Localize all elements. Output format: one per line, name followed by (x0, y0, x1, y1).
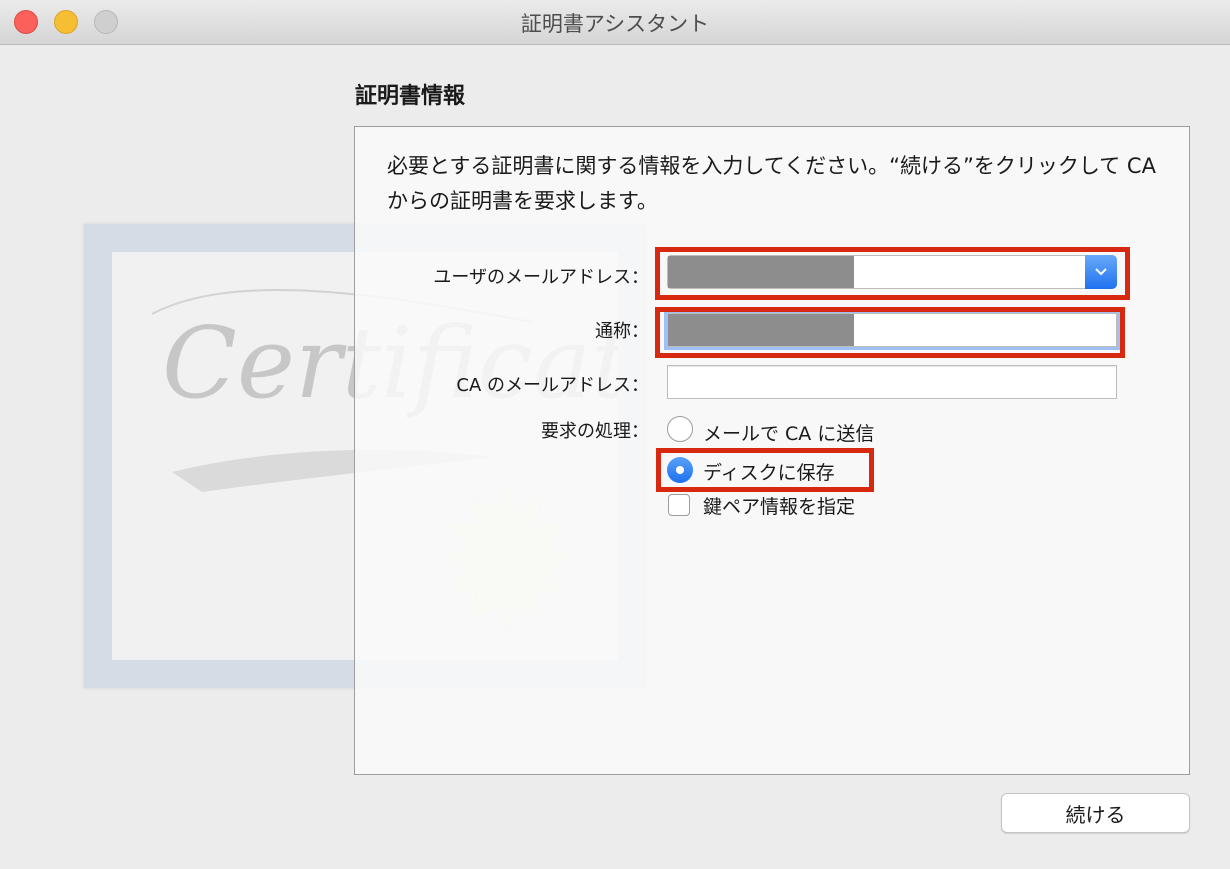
window-title: 証明書アシスタント (520, 12, 710, 36)
checkbox-specify-key-pair-label[interactable]: 鍵ペア情報を指定 (703, 492, 855, 519)
radio-email-to-ca[interactable] (667, 416, 693, 442)
continue-button[interactable]: 続ける (1001, 793, 1190, 833)
highlight-user-email (655, 247, 1130, 300)
ca-email-input[interactable] (667, 365, 1117, 399)
checkbox-specify-key-pair[interactable] (668, 494, 690, 516)
common-name-label: 通称： (595, 321, 649, 342)
highlight-save-to-disk (656, 448, 874, 492)
user-email-label: ユーザのメールアドレス： (433, 267, 649, 288)
section-title: 証明書情報 (355, 84, 466, 109)
title-bar: 証明書アシスタント (0, 0, 1230, 45)
ca-email-label: CA のメールアドレス： (456, 375, 649, 396)
highlight-common-name (655, 307, 1125, 358)
radio-email-to-ca-label[interactable]: メールで CA に送信 (703, 419, 874, 446)
request-label: 要求の処理： (541, 421, 649, 442)
certificate-info-panel: 必要とする証明書に関する情報を入力してください。“続ける”をクリックして CA … (354, 126, 1190, 775)
intro-text: 必要とする証明書に関する情報を入力してください。“続ける”をクリックして CA … (387, 154, 1156, 213)
